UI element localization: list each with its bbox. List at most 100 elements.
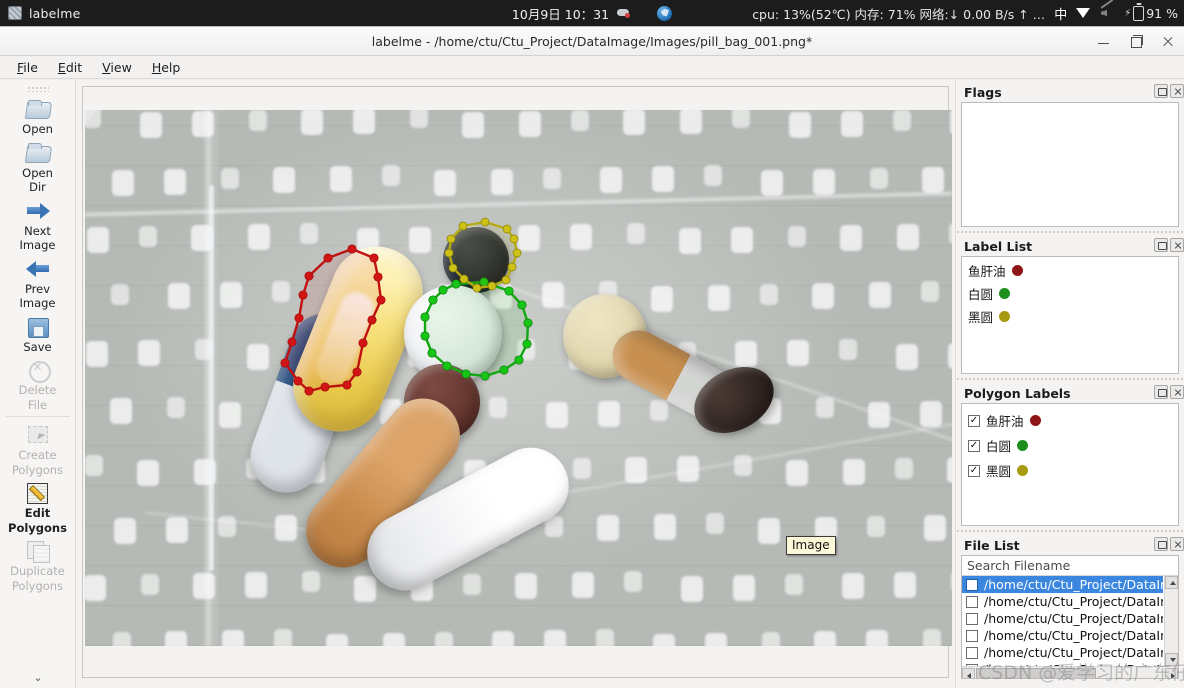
toolbar-button-open-dir[interactable]: Open Dir bbox=[2, 138, 74, 196]
toolbar-button-save[interactable]: Save bbox=[2, 312, 74, 356]
app-icon bbox=[8, 6, 22, 20]
panel-flags-close-icon[interactable] bbox=[1170, 84, 1184, 98]
table-row[interactable]: /home/ctu/Ctu_Project/DataIma bbox=[962, 593, 1163, 610]
table-row[interactable]: /home/ctu/Ctu_Project/DataIma bbox=[962, 627, 1163, 644]
panel-label-list-title: Label List bbox=[964, 238, 1033, 254]
panel-label-list: Label List 鱼肝油 白圆 黑圆 bbox=[956, 236, 1184, 374]
panel-polygon-labels-float-icon[interactable] bbox=[1154, 385, 1168, 399]
weather-icon[interactable] bbox=[617, 7, 631, 19]
list-item[interactable]: ✓ 白圆 bbox=[962, 433, 1178, 458]
system-bar-left: labelme bbox=[0, 6, 81, 21]
list-item[interactable]: ✓ 黑圆 bbox=[962, 458, 1178, 483]
toolbar-button-edit-polygons[interactable]: Edit Polygons bbox=[2, 478, 74, 536]
arrow-right-icon bbox=[25, 199, 51, 223]
file-list-vertical-scrollbar[interactable] bbox=[1164, 576, 1178, 666]
file-checkbox-0[interactable] bbox=[966, 578, 978, 591]
duplicate-polygon-icon bbox=[25, 539, 51, 563]
image-tooltip: Image bbox=[786, 536, 836, 555]
globe-icon[interactable] bbox=[657, 5, 673, 21]
polygon-label-checkbox-2[interactable]: ✓ bbox=[968, 464, 980, 477]
panel-label-list-float-icon[interactable] bbox=[1154, 238, 1168, 252]
toolbar-button-create-polygons: Create Polygons bbox=[2, 420, 74, 478]
panel-label-list-close-icon[interactable] bbox=[1170, 238, 1184, 252]
menu-edit[interactable]: Edit bbox=[49, 58, 91, 77]
watermark: CSDN @爱学习的广东仔 bbox=[978, 662, 1184, 684]
wifi-icon[interactable] bbox=[1076, 7, 1091, 19]
arrow-left-icon bbox=[25, 257, 51, 281]
toolbar-label-edit-2: Polygons bbox=[8, 520, 67, 535]
toolbar-label-create-2: Polygons bbox=[11, 462, 64, 477]
toolbar-drag-handle[interactable] bbox=[26, 86, 49, 92]
dock-splitter-polygon-labels[interactable] bbox=[956, 527, 1184, 534]
file-list-scrollarea[interactable]: /home/ctu/Ctu_Project/DataIma /home/ctu/… bbox=[962, 576, 1178, 666]
panel-flags-body[interactable] bbox=[961, 102, 1179, 227]
color-swatch-icon bbox=[1017, 440, 1029, 451]
menu-file[interactable]: File bbox=[8, 58, 47, 77]
minimize-icon[interactable] bbox=[1096, 34, 1112, 50]
system-bar-center: 10月9日 10：31 bbox=[512, 4, 673, 23]
ime-indicator[interactable]: 中 bbox=[1054, 4, 1067, 23]
search-input[interactable]: Search Filename bbox=[962, 556, 1178, 576]
panel-polygon-labels-close-icon[interactable] bbox=[1170, 385, 1184, 399]
canvas-area[interactable]: Image bbox=[76, 80, 955, 688]
table-row[interactable]: /home/ctu/Ctu_Project/DataIma bbox=[962, 576, 1163, 593]
scroll-left-icon[interactable] bbox=[962, 667, 975, 678]
screen: labelme 10月9日 10：31 cpu: 13%(52℃) 内存: 71… bbox=[0, 0, 1184, 688]
volume-mute-icon[interactable] bbox=[1100, 7, 1115, 20]
panel-polygon-labels-header: Polygon Labels bbox=[956, 383, 1184, 403]
battery-charging-icon: ⚡ bbox=[1124, 7, 1132, 19]
toolbar-expand-chevron-down-icon[interactable]: ⌄ bbox=[0, 671, 75, 684]
color-swatch-icon bbox=[999, 311, 1011, 322]
toolbar-label-next-1: Next bbox=[24, 223, 51, 238]
scroll-up-icon[interactable] bbox=[1165, 576, 1178, 589]
list-item[interactable]: 鱼肝油 bbox=[962, 259, 1178, 282]
panel-file-list-buttons bbox=[1154, 537, 1184, 551]
create-polygon-icon bbox=[25, 423, 51, 447]
panel-flags-float-icon[interactable] bbox=[1154, 84, 1168, 98]
table-row[interactable]: /home/ctu/Ctu_Project/DataIma bbox=[962, 610, 1163, 627]
toolbar-button-next-image[interactable]: Next Image bbox=[2, 196, 74, 254]
file-checkbox-2[interactable] bbox=[966, 612, 978, 625]
toolbar-label-edit-1: Edit bbox=[24, 506, 51, 520]
menu-view[interactable]: View bbox=[93, 58, 141, 77]
panel-flags-buttons bbox=[1154, 84, 1184, 98]
polygon-label-checkbox-0[interactable]: ✓ bbox=[968, 414, 980, 427]
battery-indicator[interactable]: ⚡ 91 % bbox=[1124, 5, 1178, 21]
panel-file-list-float-icon[interactable] bbox=[1154, 537, 1168, 551]
window-controls bbox=[1096, 27, 1176, 56]
panel-file-list-title: File List bbox=[964, 537, 1020, 553]
canvas-frame: Image bbox=[82, 86, 952, 678]
maximize-icon[interactable] bbox=[1128, 34, 1144, 50]
toolbar-button-open[interactable]: Open bbox=[2, 94, 74, 138]
toolbar-label-dup-2: Polygons bbox=[11, 578, 64, 593]
close-icon[interactable] bbox=[1160, 34, 1176, 50]
folder-open-dir-icon bbox=[25, 141, 51, 165]
system-bar-right: cpu: 13%(52℃) 内存: 71% 网络:↓ 0.00 B/s ↑ … … bbox=[752, 4, 1178, 23]
file-checkbox-3[interactable] bbox=[966, 629, 978, 642]
dock-splitter-flags[interactable] bbox=[956, 228, 1184, 235]
file-checkbox-1[interactable] bbox=[966, 595, 978, 608]
edit-polygon-icon bbox=[25, 481, 51, 505]
color-swatch-icon bbox=[1029, 415, 1041, 426]
system-app-name[interactable]: labelme bbox=[29, 6, 81, 21]
panel-file-list-close-icon[interactable] bbox=[1170, 537, 1184, 551]
system-top-bar: labelme 10月9日 10：31 cpu: 13%(52℃) 内存: 71… bbox=[0, 0, 1184, 26]
panel-polygon-labels-body[interactable]: ✓ 鱼肝油 ✓ 白圆 ✓ 黑圆 bbox=[961, 403, 1179, 526]
list-item[interactable]: 白圆 bbox=[962, 282, 1178, 305]
panel-label-list-header: Label List bbox=[956, 236, 1184, 256]
menu-help[interactable]: Help bbox=[143, 58, 190, 77]
polygon-label-checkbox-1[interactable]: ✓ bbox=[968, 439, 980, 452]
file-checkbox-4[interactable] bbox=[966, 646, 978, 659]
battery-icon bbox=[1133, 5, 1145, 21]
annotated-image[interactable] bbox=[85, 110, 952, 646]
dock-splitter-label-list[interactable] bbox=[956, 375, 1184, 382]
file-path-0: /home/ctu/Ctu_Project/DataIma bbox=[984, 577, 1163, 592]
toolbar-button-prev-image[interactable]: Prev Image bbox=[2, 254, 74, 312]
list-item[interactable]: 黑圆 bbox=[962, 305, 1178, 328]
panel-polygon-labels-buttons bbox=[1154, 385, 1184, 399]
left-toolbar: Open Open Dir Next Image Prev Image Save… bbox=[0, 80, 76, 688]
system-clock[interactable]: 10月9日 10：31 bbox=[512, 4, 609, 23]
list-item[interactable]: ✓ 鱼肝油 bbox=[962, 408, 1178, 433]
right-dock: Flags Label List 鱼肝油 白圆 黑圆 Polygon Label… bbox=[955, 80, 1184, 688]
panel-label-list-body[interactable]: 鱼肝油 白圆 黑圆 bbox=[961, 256, 1179, 374]
